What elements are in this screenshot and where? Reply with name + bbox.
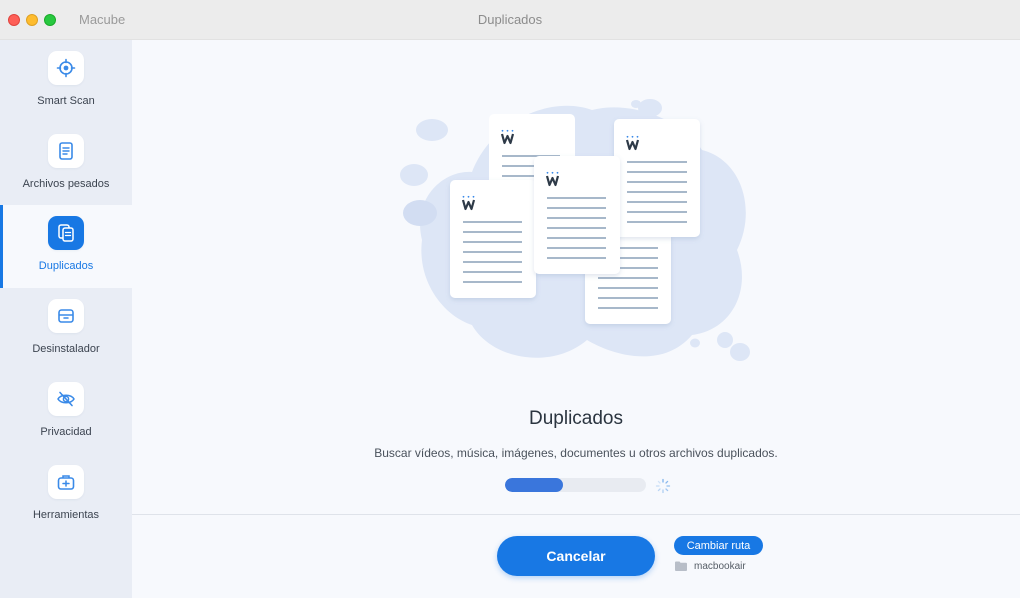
document-card bbox=[450, 180, 536, 298]
app-window: Macube Duplicados Smart Scan Archivos pe… bbox=[0, 0, 1020, 598]
scan-progress-fill bbox=[505, 478, 563, 492]
window-title: Duplicados bbox=[477, 12, 543, 27]
sidebar: Smart Scan Archivos pesados Duplicados D… bbox=[0, 40, 132, 598]
sidebar-item-herramientas[interactable]: Herramientas bbox=[0, 454, 132, 537]
sidebar-item-label: Desinstalador bbox=[32, 343, 100, 355]
change-path-button[interactable]: Cambiar ruta bbox=[674, 536, 763, 555]
duplicate-documents-illustration bbox=[400, 99, 750, 361]
sidebar-item-label: Smart Scan bbox=[37, 95, 95, 107]
eye-off-icon bbox=[48, 382, 84, 416]
file-icon bbox=[48, 134, 84, 168]
divider bbox=[132, 514, 1020, 515]
document-card bbox=[614, 119, 700, 237]
page-heading: Duplicados bbox=[529, 408, 623, 429]
box-icon bbox=[48, 299, 84, 333]
scan-progress-bar bbox=[505, 478, 646, 492]
sidebar-item-label: Privacidad bbox=[40, 426, 92, 438]
cancel-button[interactable]: Cancelar bbox=[497, 536, 655, 576]
toolbox-icon bbox=[48, 465, 84, 499]
sidebar-item-smart-scan[interactable]: Smart Scan bbox=[0, 40, 132, 123]
main-panel: Duplicados Buscar vídeos, música, imágen… bbox=[132, 40, 1020, 598]
duplicate-files-icon bbox=[48, 216, 84, 250]
target-icon bbox=[48, 51, 84, 85]
sidebar-item-duplicados[interactable]: Duplicados bbox=[0, 205, 132, 288]
sidebar-item-label: Herramientas bbox=[32, 509, 100, 521]
loading-spinner-icon bbox=[655, 478, 671, 494]
sidebar-item-label: Duplicados bbox=[38, 260, 94, 272]
selected-path: macbookair bbox=[675, 559, 746, 573]
sidebar-item-archivos-pesados[interactable]: Archivos pesados bbox=[0, 123, 132, 206]
path-name: macbookair bbox=[694, 560, 746, 572]
sidebar-item-label: Archivos pesados bbox=[22, 178, 110, 190]
document-card bbox=[534, 156, 620, 274]
title-bar: Macube Duplicados bbox=[0, 0, 1020, 40]
sidebar-item-desinstalador[interactable]: Desinstalador bbox=[0, 288, 132, 371]
page-description: Buscar vídeos, música, imágenes, documen… bbox=[374, 446, 778, 460]
folder-icon bbox=[675, 561, 687, 571]
sidebar-item-privacidad[interactable]: Privacidad bbox=[0, 371, 132, 454]
